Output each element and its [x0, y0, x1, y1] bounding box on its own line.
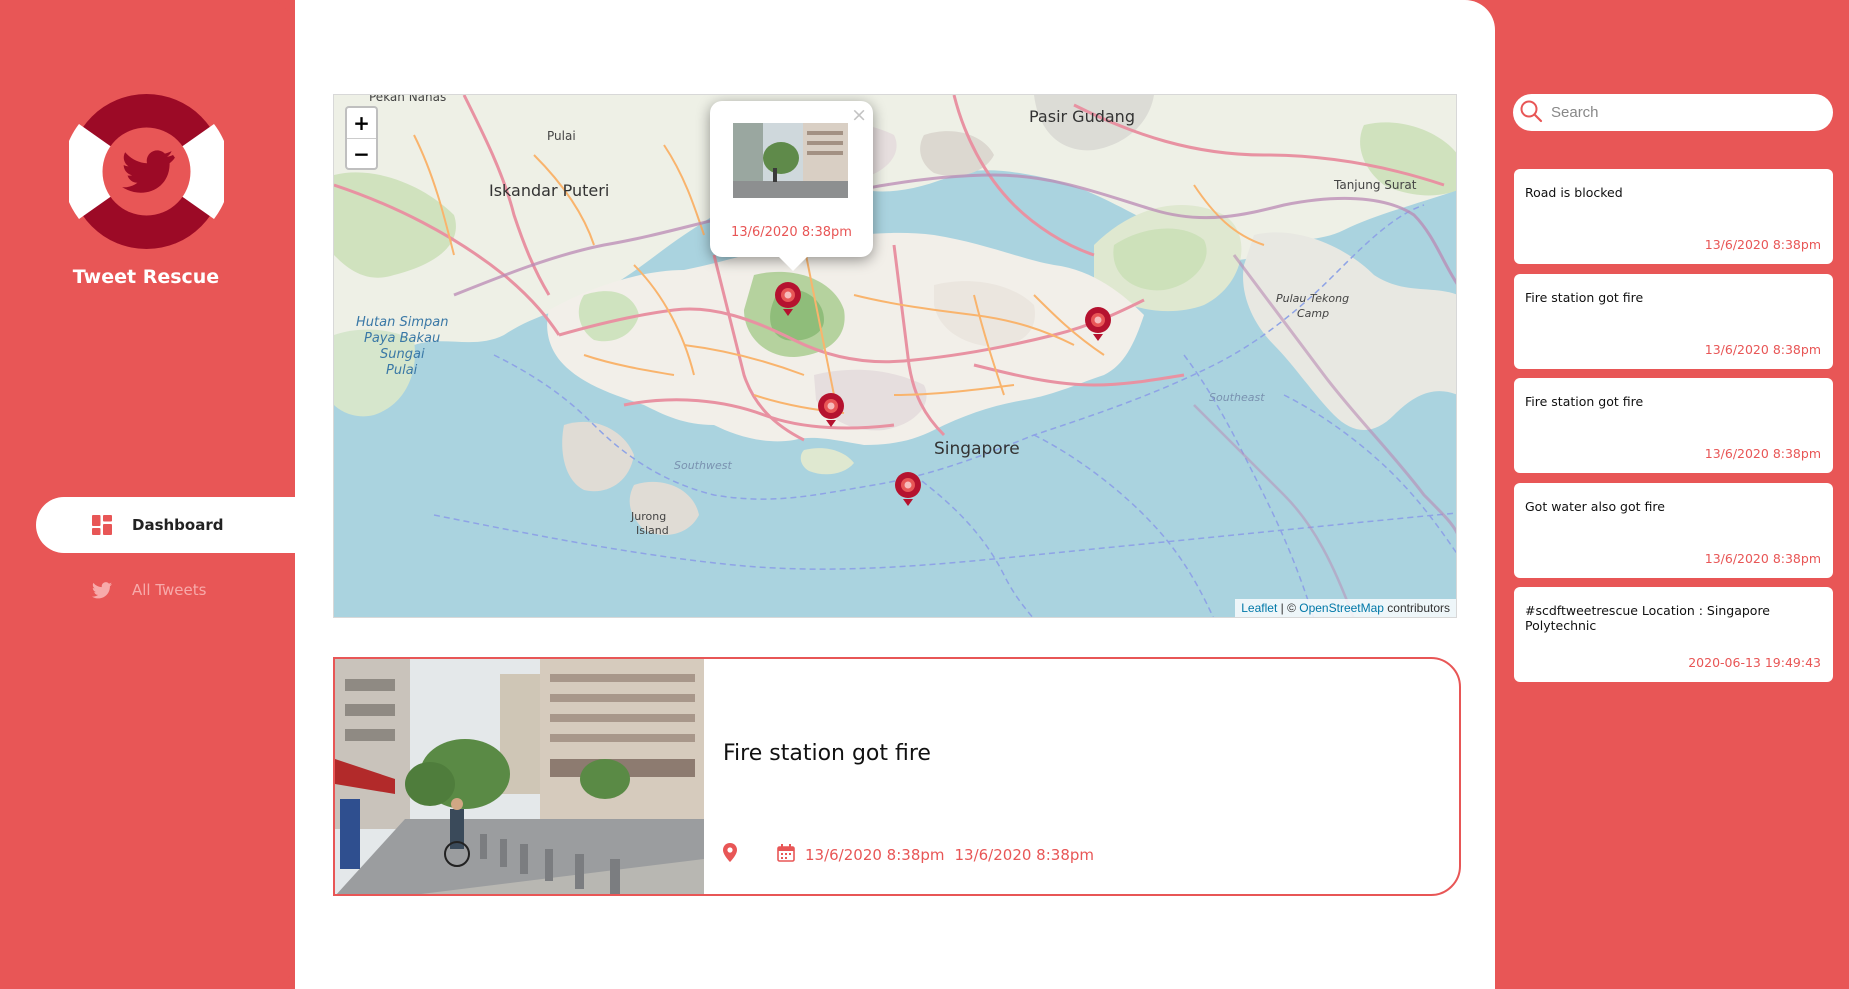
- map-label-southeast: Southeast: [1209, 391, 1265, 404]
- tweet-text: Road is blocked: [1525, 185, 1623, 200]
- sidebar: Tweet Rescue Dashboard All Tweets: [0, 0, 295, 989]
- tweet-time: 13/6/2020 8:38pm: [1704, 342, 1821, 357]
- incident-map[interactable]: Pekan Nanas Pulai Pasir Gudang Iskandar …: [333, 94, 1457, 618]
- tweet-item[interactable]: #scdftweetrescue Location : Singapore Po…: [1514, 587, 1833, 682]
- featured-date-1: 13/6/2020 8:38pm: [805, 845, 945, 864]
- featured-tweet-card[interactable]: Fire station got fire 13/6/2020 8:38pm 1…: [333, 657, 1461, 896]
- calendar-icon: [777, 843, 795, 866]
- popup-close-icon[interactable]: ×: [851, 104, 867, 126]
- featured-date-2: 13/6/2020 8:38pm: [954, 845, 1095, 864]
- zoom-in-button[interactable]: +: [347, 108, 376, 138]
- zoom-control: + −: [345, 106, 378, 170]
- featured-photo: [335, 659, 704, 894]
- app-logo: [62, 94, 231, 249]
- map-label-singapore: Singapore: [934, 439, 1020, 459]
- app-name: Tweet Rescue: [72, 266, 220, 288]
- map-label-tanjung-surat: Tanjung Surat: [1334, 178, 1417, 192]
- map-marker-3[interactable]: [894, 471, 922, 509]
- map-label-paya: Paya Bakau: [364, 331, 441, 346]
- location-pin-icon: [723, 843, 737, 866]
- tweet-text: Fire station got fire: [1525, 290, 1644, 305]
- map-label-southwest: Southwest: [674, 459, 732, 472]
- map-tiles: [334, 95, 1456, 617]
- attribution-separator: | ©: [1277, 601, 1300, 615]
- zoom-out-button[interactable]: −: [347, 138, 376, 168]
- twitter-icon: [91, 579, 113, 601]
- map-label-pulai-2: Pulai: [386, 363, 418, 378]
- map-marker-4[interactable]: [1084, 306, 1112, 344]
- map-popup: × 13/6/2020 8:38pm: [710, 101, 873, 271]
- map-label-sungai: Sungai: [380, 347, 425, 362]
- tweet-text: Got water also got fire: [1525, 499, 1665, 514]
- tweet-item[interactable]: Fire station got fire 13/6/2020 8:38pm: [1514, 274, 1833, 369]
- map-label-pasir-gudang: Pasir Gudang: [1029, 107, 1135, 126]
- map-label-pekan-nanas: Pekan Nanas: [369, 94, 447, 104]
- map-label-iskandar-puteri: Iskandar Puteri: [489, 181, 610, 200]
- search-bar: [1513, 94, 1833, 131]
- tweet-time: 13/6/2020 8:38pm: [1704, 446, 1821, 461]
- map-marker-2[interactable]: [817, 392, 845, 430]
- search-icon: [1519, 99, 1543, 127]
- featured-title: Fire station got fire: [723, 741, 931, 766]
- attribution-suffix: contributors: [1383, 601, 1450, 615]
- map-label-pulai: Pulai: [547, 129, 576, 143]
- map-marker-1[interactable]: [774, 281, 802, 319]
- map-attribution: Leaflet | © OpenStreetMap contributors: [1235, 599, 1456, 617]
- tweet-item[interactable]: Fire station got fire 13/6/2020 8:38pm: [1514, 378, 1833, 473]
- map-label-pulau-tekong: Pulau Tekong: [1276, 292, 1350, 305]
- tweet-time: 2020-06-13 19:49:43: [1688, 655, 1821, 670]
- nav-dashboard[interactable]: Dashboard: [36, 497, 295, 553]
- map-label-hutan: Hutan Simpan: [356, 315, 449, 330]
- popup-date: 13/6/2020 8:38pm: [731, 225, 852, 240]
- map-label-camp: Camp: [1297, 307, 1330, 320]
- featured-meta: 13/6/2020 8:38pm 13/6/2020 8:38pm: [723, 843, 1094, 866]
- tweet-item[interactable]: Got water also got fire 13/6/2020 8:38pm: [1514, 483, 1833, 578]
- tweet-text: Fire station got fire: [1525, 394, 1644, 409]
- tweet-time: 13/6/2020 8:38pm: [1704, 551, 1821, 566]
- map-label-jurong: Jurong: [631, 510, 667, 523]
- dashboard-icon: [91, 514, 113, 536]
- tweet-text: #scdftweetrescue Location : Singapore Po…: [1525, 603, 1770, 633]
- popup-photo: [733, 123, 848, 198]
- tweet-time: 13/6/2020 8:38pm: [1704, 237, 1821, 252]
- map-label-island: Island: [636, 524, 669, 537]
- nav-dashboard-label: Dashboard: [132, 516, 224, 534]
- osm-link[interactable]: OpenStreetMap: [1299, 601, 1384, 615]
- nav-all-tweets-label: All Tweets: [132, 581, 207, 599]
- leaflet-link[interactable]: Leaflet: [1241, 601, 1277, 615]
- search-input[interactable]: [1551, 104, 1811, 121]
- tweet-item[interactable]: Road is blocked 13/6/2020 8:38pm: [1514, 169, 1833, 264]
- nav-all-tweets[interactable]: All Tweets: [36, 562, 295, 618]
